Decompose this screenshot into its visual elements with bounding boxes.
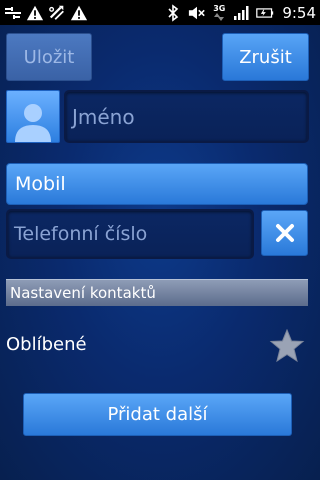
- add-more-button[interactable]: Přidat další: [23, 393, 292, 436]
- save-button[interactable]: Uložit: [6, 33, 92, 81]
- status-bar: 3G 9:54: [0, 0, 320, 25]
- star-icon: [269, 329, 305, 363]
- warning-icon: [26, 4, 44, 22]
- status-bar-right: 3G 9:54: [164, 4, 316, 22]
- name-field[interactable]: Jméno: [64, 90, 309, 143]
- phone-type-selector[interactable]: Mobil: [6, 163, 308, 205]
- network-type: 3G: [213, 4, 226, 13]
- status-time: 9:54: [282, 3, 316, 22]
- sync-error-icon: [48, 4, 66, 22]
- usb-debug-icon: [4, 4, 22, 22]
- signal-icon: [232, 4, 250, 22]
- battery-icon: [256, 4, 274, 22]
- person-silhouette-icon: [11, 98, 55, 142]
- close-icon: [274, 222, 296, 244]
- warning-icon: [70, 4, 88, 22]
- favorites-label: Oblíbené: [6, 334, 87, 355]
- favorite-toggle[interactable]: [268, 328, 306, 364]
- name-placeholder: Jméno: [72, 104, 135, 129]
- status-bar-left: [4, 4, 88, 22]
- phone-number-placeholder: Telefonní číslo: [14, 223, 148, 245]
- phone-number-field[interactable]: Telefonní číslo: [6, 209, 254, 259]
- contact-settings-header: Nastavení kontaktů: [6, 279, 308, 306]
- 3g-icon: 3G: [212, 4, 226, 22]
- mute-icon: [188, 4, 206, 22]
- cancel-button[interactable]: Zrušit: [222, 33, 309, 81]
- remove-phone-button[interactable]: [261, 210, 308, 256]
- phone-type-label: Mobil: [15, 173, 66, 195]
- contact-photo-button[interactable]: [6, 90, 60, 143]
- bluetooth-icon: [164, 3, 182, 22]
